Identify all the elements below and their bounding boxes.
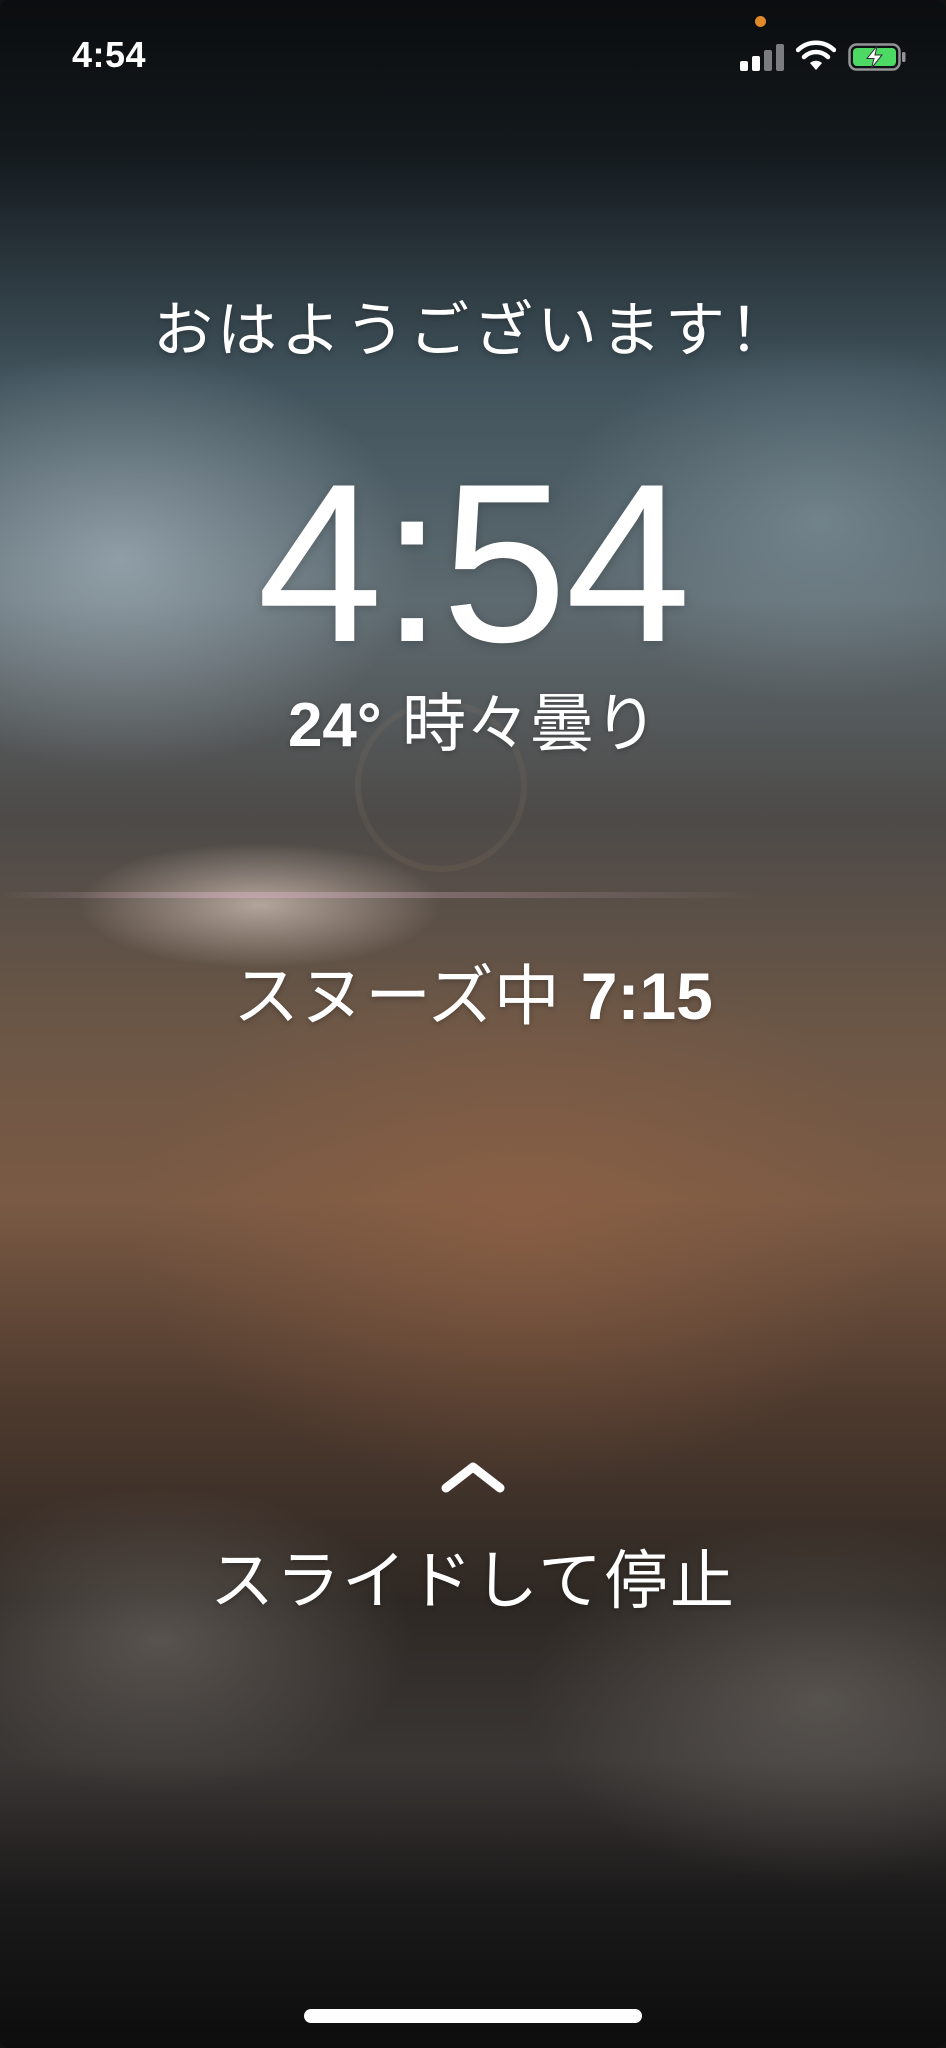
wifi-icon (796, 40, 836, 70)
snooze-label: スヌーズ中 (233, 958, 560, 1035)
cellular-signal-icon (740, 43, 784, 71)
privacy-indicator-dot (755, 16, 766, 27)
weather-summary: 24° 時々曇り (0, 690, 946, 760)
slide-to-stop-label[interactable]: スライドして停止 (0, 1530, 946, 1622)
lens-flare-streak (0, 892, 760, 898)
snooze-time: 7:15 (580, 959, 713, 1033)
alarm-clock-time: 4:54 (257, 436, 691, 689)
weather-condition: 時々曇り (402, 688, 659, 762)
status-bar: 4:54 (0, 0, 946, 120)
alarm-lock-screen: 4:54 おはようございます！ 4:54 24° 時々曇り スヌーズ中 7:15 (0, 0, 946, 2048)
weather-temperature: 24° (287, 691, 382, 760)
greeting-text: おはようございます！ (153, 296, 793, 366)
home-indicator[interactable] (304, 2009, 642, 2023)
status-time: 4:54 (72, 34, 147, 75)
chevron-up-icon[interactable] (440, 1460, 506, 1494)
snooze-status: スヌーズ中 7:15 (0, 960, 946, 1034)
battery-charging-icon (848, 43, 906, 71)
